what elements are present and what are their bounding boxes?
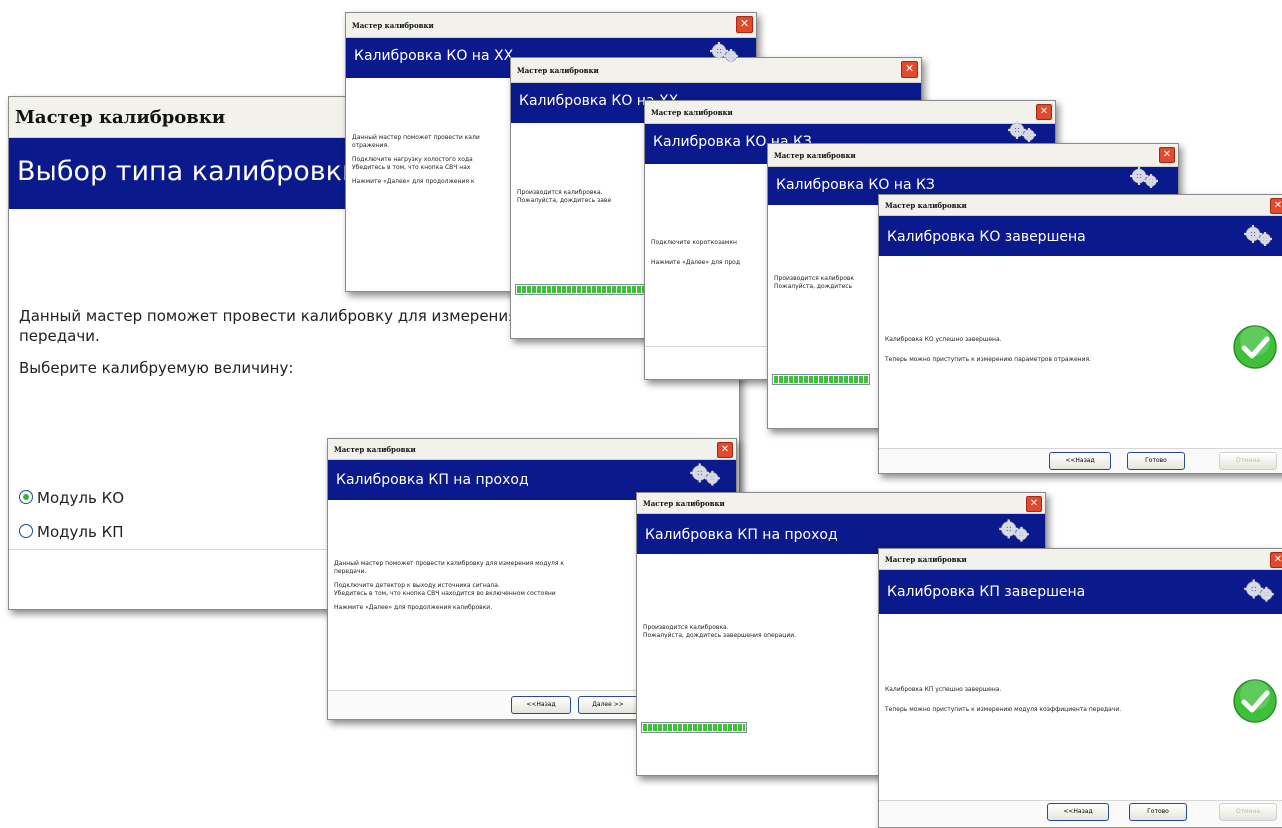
radio-button[interactable] xyxy=(19,524,33,538)
body-line: Данный мастер поможет провести калибровк… xyxy=(334,560,565,567)
window-title: Мастер калибровки xyxy=(334,445,416,454)
kp-done-window: Мастер калибровки ✕ Калибровка КП заверш… xyxy=(878,548,1282,828)
body-line: Нажмите «Далее» для прод xyxy=(651,259,740,266)
radio-button-selected[interactable] xyxy=(19,490,33,504)
cancel-button[interactable]: Отмена xyxy=(1219,452,1277,470)
check-circle-icon xyxy=(1233,325,1277,369)
body-line: Пожалуйста, дождитесь xyxy=(774,283,853,290)
title-bar: Мастер калибровки ✕ xyxy=(768,144,1178,167)
gears-icon xyxy=(1244,579,1274,602)
body-line: Производится калибровк xyxy=(774,275,855,282)
body-line: Пожалуйста, дождитесь завершения операци… xyxy=(643,632,797,639)
close-icon[interactable]: ✕ xyxy=(901,61,918,78)
progress-bar xyxy=(772,374,870,385)
radio-kp[interactable]: Модуль КП xyxy=(19,523,124,541)
body-line: Калибровка КО успешно завершена. xyxy=(885,336,1002,343)
radio-ko[interactable]: Модуль КО xyxy=(19,489,124,507)
body-line: Пожалуйста, дождитесь заве xyxy=(517,197,612,204)
body-line: Убедитесь в том, что кнопка СВЧ нах xyxy=(352,164,471,171)
title-bar: Мастер калибровки ✕ xyxy=(879,195,1282,216)
window-title: Мастер калибровки xyxy=(352,21,434,30)
close-icon[interactable]: ✕ xyxy=(1270,552,1282,568)
footer-bar: <<Назад Готово Отмена xyxy=(879,448,1282,473)
close-icon[interactable]: ✕ xyxy=(736,16,753,33)
back-button[interactable]: <<Назад xyxy=(1049,452,1111,470)
window-title: Мастер калибровки xyxy=(885,555,967,564)
page-title: Калибровка КО на ХХ xyxy=(354,48,514,64)
body-line: Производится калибровка. xyxy=(643,624,729,631)
gears-icon xyxy=(1130,167,1158,188)
intro-text-1: Данный мастер поможет провести калибровк… xyxy=(19,307,551,325)
radio-kp-label: Модуль КП xyxy=(37,523,124,541)
body-line: Подключите нагрузку холостого хода xyxy=(352,156,473,163)
page-title: Калибровка КО на КЗ xyxy=(776,177,935,193)
progress-bar xyxy=(515,284,647,295)
title-bar: Мастер калибровки ✕ xyxy=(645,101,1055,124)
body-line: Теперь можно приступить к измерению пара… xyxy=(885,356,1091,363)
gears-icon xyxy=(710,42,738,63)
next-button[interactable]: Далее >> xyxy=(578,696,638,714)
window-title: Мастер калибровки xyxy=(517,66,599,75)
page-title: Калибровка КП на проход xyxy=(336,472,529,488)
window-title: Мастер калибровки xyxy=(774,151,856,160)
back-button[interactable]: <<Назад xyxy=(511,696,571,714)
title-bar: Мастер калибровки ✕ xyxy=(328,439,736,460)
gears-icon xyxy=(690,463,720,486)
title-bar: Мастер калибровки ✕ xyxy=(346,13,756,38)
wizard-header: Калибровка КП завершена xyxy=(879,570,1282,614)
close-icon[interactable]: ✕ xyxy=(717,442,733,458)
body-line: Теперь можно приступить к измерению моду… xyxy=(885,706,1122,713)
window-title: Мастер калибровки xyxy=(885,201,967,210)
window-title: Мастер калибровки xyxy=(643,499,725,508)
page-title: Калибровка КП на проход xyxy=(645,527,838,543)
gears-icon xyxy=(999,519,1029,542)
radio-ko-label: Модуль КО xyxy=(37,489,125,507)
prompt-text: Выберите калибруемую величину: xyxy=(19,359,294,377)
close-icon[interactable]: ✕ xyxy=(1159,147,1175,163)
close-icon[interactable]: ✕ xyxy=(1270,198,1282,214)
title-bar: Мастер калибровки ✕ xyxy=(879,549,1282,570)
close-icon[interactable]: ✕ xyxy=(1026,496,1042,512)
cancel-button[interactable]: Отмена xyxy=(1219,803,1277,821)
wizard-body: Калибровка КП успешно завершена. Теперь … xyxy=(879,614,1282,827)
done-button[interactable]: Готово xyxy=(1127,452,1185,470)
wizard-header: Калибровка КО завершена xyxy=(879,216,1282,256)
gears-icon xyxy=(1244,225,1272,246)
body-line: Убедитесь в том, что кнопка СВЧ находитс… xyxy=(334,590,556,597)
body-line: Производится калибровка. xyxy=(517,189,603,196)
window-title: Мастер калибровки xyxy=(651,108,733,117)
window-title: Мастер калибровки xyxy=(15,107,226,128)
page-title: Выбор типа калибровки xyxy=(17,156,360,187)
ko-done-window: Мастер калибровки ✕ Калибровка КО заверш… xyxy=(878,194,1282,474)
done-button[interactable]: Готово xyxy=(1129,803,1187,821)
page-title: Калибровка КО завершена xyxy=(887,229,1086,245)
back-button[interactable]: <<Назад xyxy=(1047,803,1109,821)
wizard-body: Калибровка КО успешно завершена. Теперь … xyxy=(879,256,1282,473)
body-line: Калибровка КП успешно завершена. xyxy=(885,686,1002,693)
body-line: Данный мастер поможет провести кали xyxy=(352,134,480,141)
body-line: Нажмите «Далее» для продолжения калибров… xyxy=(334,604,493,611)
intro-text-2: передачи. xyxy=(19,327,100,345)
check-circle-icon xyxy=(1233,679,1277,723)
gears-icon xyxy=(1008,121,1036,142)
body-line: Подключите детектор к выходу источника с… xyxy=(334,582,500,589)
body-line: передачи. xyxy=(334,568,367,575)
progress-bar xyxy=(641,722,747,733)
body-line: Нажмите «Далее» для продолжения к xyxy=(352,178,475,185)
body-line: Подключите короткозамкн xyxy=(651,239,737,246)
page-title: Калибровка КП завершена xyxy=(887,584,1086,600)
body-line: отражения. xyxy=(352,142,390,149)
title-bar: Мастер калибровки ✕ xyxy=(637,493,1045,514)
